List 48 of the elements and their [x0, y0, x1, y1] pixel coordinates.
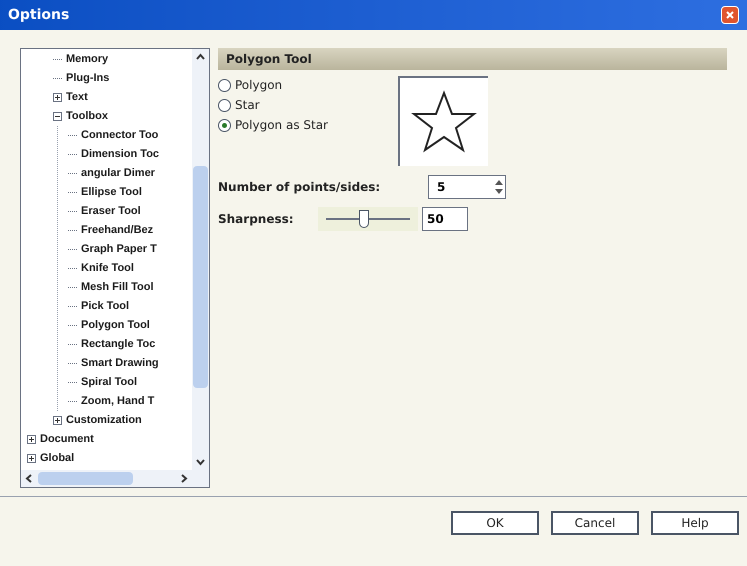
expand-icon[interactable] [53, 416, 62, 425]
radio-button[interactable] [218, 98, 231, 112]
tree-item[interactable]: Graph Paper T [81, 241, 157, 258]
tree-item[interactable]: Pick Tool [81, 298, 130, 315]
tree-item[interactable]: Spiral Tool [81, 374, 138, 391]
expand-icon[interactable] [53, 93, 62, 102]
tree-item[interactable]: Freehand/Bez [81, 222, 154, 239]
horizontal-scrollbar[interactable] [21, 470, 209, 487]
sharpness-field[interactable]: 50 [422, 207, 468, 231]
expand-icon[interactable] [27, 454, 36, 463]
radio-label: Star [235, 97, 260, 114]
radio-button[interactable] [218, 118, 231, 132]
dialog-button[interactable]: OK [451, 511, 539, 535]
tree-item[interactable]: Zoom, Hand T [81, 393, 154, 410]
tree-item[interactable]: Connector Too [81, 127, 158, 144]
tree-item[interactable]: Mesh Fill Tool [81, 279, 154, 296]
tree-item[interactable]: Eraser Tool [81, 203, 141, 220]
star-icon [411, 89, 477, 155]
tree-item[interactable]: Document [40, 431, 94, 448]
radio-label: Polygon [235, 77, 282, 94]
tree-item[interactable]: Plug-Ins [66, 70, 110, 87]
radio-button[interactable] [218, 78, 231, 92]
tree-item[interactable]: Toolbox [66, 108, 108, 125]
tree-item[interactable]: Memory [66, 51, 108, 68]
tree-item[interactable]: Smart Drawing [81, 355, 159, 372]
tree-item[interactable]: Rectangle Toc [81, 336, 156, 353]
tree-item[interactable]: Dimension Toc [81, 146, 160, 163]
dialog-button[interactable]: Cancel [551, 511, 639, 535]
section-title: Polygon Tool [226, 51, 312, 68]
collapse-icon[interactable] [53, 112, 62, 121]
tree-item[interactable]: Polygon Tool [81, 317, 150, 334]
dialog-button[interactable]: Help [651, 511, 739, 535]
tree-item[interactable]: Customization [66, 412, 142, 429]
tree-item[interactable]: Knife Tool [81, 260, 134, 277]
close-icon[interactable] [721, 6, 739, 24]
sharpness-slider[interactable] [318, 207, 418, 231]
tree-item[interactable]: Ellipse Tool [81, 184, 142, 201]
window-title: Options [8, 6, 70, 24]
points-spin-field[interactable]: 5 [428, 175, 506, 199]
vertical-scrollbar[interactable] [192, 49, 209, 470]
sharpness-label: Sharpness: [218, 211, 295, 228]
tree-item[interactable]: angular Dimer [81, 165, 155, 182]
points-label: Number of points/sides: [218, 179, 382, 196]
radio-label: Polygon as Star [235, 117, 328, 134]
slider-thumb[interactable] [359, 210, 370, 228]
tree-item[interactable]: Global [40, 450, 74, 467]
tree-item[interactable]: Text [66, 89, 88, 106]
expand-icon[interactable] [27, 435, 36, 444]
